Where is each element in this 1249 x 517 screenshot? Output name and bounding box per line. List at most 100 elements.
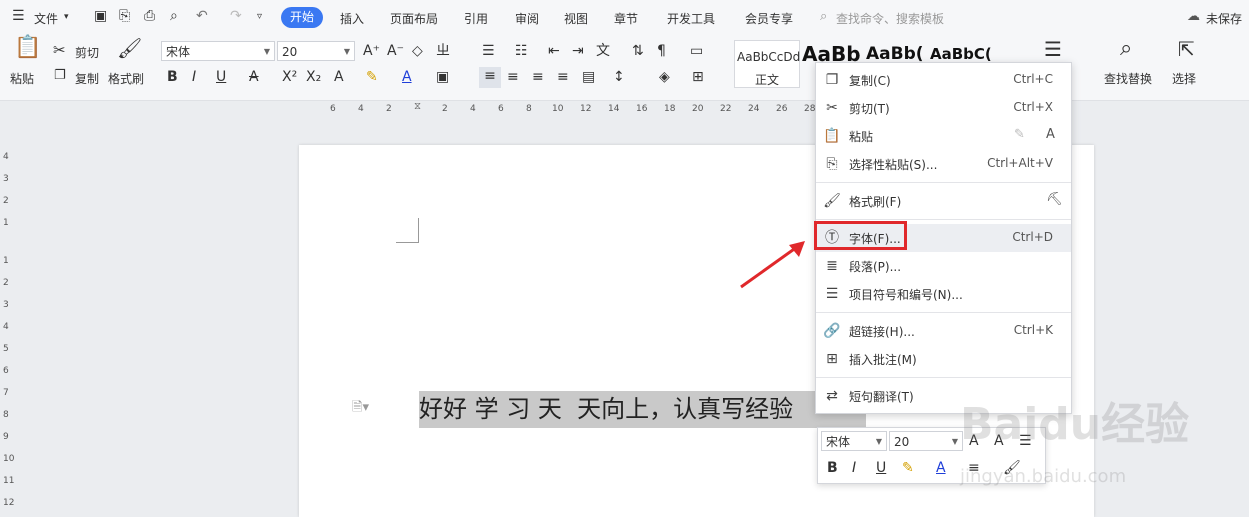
- subscript-icon[interactable]: X₂: [306, 68, 321, 86]
- chevron-down-icon[interactable]: ▾: [64, 12, 69, 22]
- paste-keep-format-icon[interactable]: ✎: [1014, 127, 1025, 142]
- align-right-icon[interactable]: ≡: [532, 68, 544, 86]
- tab-member[interactable]: 会员专享: [745, 10, 793, 27]
- tab-page-layout[interactable]: 页面布局: [390, 10, 438, 27]
- chevron-down-icon: ▼: [263, 47, 270, 56]
- format-painter-button[interactable]: 格式刷: [108, 70, 144, 87]
- select-button[interactable]: 选择: [1172, 70, 1196, 87]
- paste-text-only-icon[interactable]: A: [1046, 127, 1055, 142]
- lock-painter-icon[interactable]: ⛏: [1046, 192, 1063, 207]
- decrease-indent-icon[interactable]: ⇤: [548, 42, 560, 60]
- bold-icon[interactable]: B: [167, 68, 178, 86]
- menu-item-copy[interactable]: ❐ 复制(C) Ctrl+C: [816, 66, 1071, 94]
- underline-icon[interactable]: U: [216, 68, 226, 86]
- document-icon[interactable]: 🗎▾: [352, 398, 369, 420]
- line-spacing-icon[interactable]: ↕: [613, 68, 625, 86]
- text-tools-icon[interactable]: ☰: [1044, 39, 1062, 59]
- justify-icon[interactable]: ≡: [557, 68, 569, 86]
- increase-indent-icon[interactable]: ⇥: [572, 42, 584, 60]
- font-color-icon[interactable]: A: [402, 68, 412, 86]
- highlight-icon[interactable]: ✎: [366, 68, 378, 86]
- style-preview: AaBbCcDd: [737, 50, 801, 64]
- cut-button[interactable]: 剪切: [75, 44, 99, 61]
- style-heading2[interactable]: AaBb(: [866, 44, 924, 64]
- align-left-icon[interactable]: ≡: [479, 67, 501, 88]
- align-center-icon[interactable]: ≡: [507, 68, 519, 86]
- italic-icon[interactable]: I: [852, 459, 856, 477]
- save-icon[interactable]: ▣: [94, 8, 107, 24]
- phonetic-icon[interactable]: ㄓ: [436, 42, 450, 60]
- underline-icon[interactable]: U: [876, 459, 886, 477]
- menu-item-paste-special[interactable]: ⎘ 选择性粘贴(S)... Ctrl+Alt+V: [816, 150, 1071, 178]
- copy-button[interactable]: 复制: [75, 70, 99, 87]
- tab-chapter[interactable]: 章节: [614, 10, 638, 27]
- undo-icon[interactable]: ↶: [196, 8, 208, 24]
- indent-marker-icon[interactable]: ⧖: [414, 101, 421, 112]
- search-icon[interactable]: ⌕: [820, 9, 827, 24]
- ruler-number: 2: [386, 104, 392, 114]
- chinese-layout-icon[interactable]: 文: [596, 42, 610, 60]
- mini-font-size-select[interactable]: 20 ▼: [889, 431, 963, 451]
- more-icon[interactable]: ▿: [257, 11, 262, 22]
- borders-icon[interactable]: ⊞: [692, 68, 704, 86]
- selected-text[interactable]: 好好 学 习 天 天向上，认真写经验: [419, 391, 866, 428]
- distribute-icon[interactable]: ▤: [582, 68, 595, 86]
- numbering-icon[interactable]: ☷: [515, 42, 528, 60]
- style-heading3[interactable]: AaBbC(: [930, 45, 992, 63]
- brush-icon[interactable]: 🖌: [117, 38, 142, 58]
- print-icon[interactable]: ⎙: [144, 8, 155, 24]
- tab-references[interactable]: 引用: [464, 10, 488, 27]
- style-label: 正文: [755, 73, 780, 87]
- hamburger-icon[interactable]: ☰: [12, 8, 25, 24]
- command-search-input[interactable]: 查找命令、搜索模板: [836, 10, 944, 27]
- shading-icon[interactable]: ◈: [659, 68, 670, 86]
- menu-separator: [816, 182, 1071, 183]
- superscript-icon[interactable]: X²: [282, 68, 297, 86]
- char-border-icon[interactable]: ▣: [436, 68, 449, 86]
- font-name-select[interactable]: 宋体 ▼: [161, 41, 275, 61]
- copy-icon[interactable]: ❐: [54, 67, 66, 85]
- scissors-icon[interactable]: ✂: [53, 41, 66, 59]
- menu-item-format-painter[interactable]: 🖌 格式刷(F) ⛏: [816, 187, 1071, 215]
- menu-item-cut[interactable]: ✂ 剪切(T) Ctrl+X: [816, 94, 1071, 122]
- redo-icon[interactable]: ↷: [230, 8, 242, 24]
- font-size-select[interactable]: 20 ▼: [277, 41, 355, 61]
- menu-item-paragraph[interactable]: ≣ 段落(P)...: [816, 252, 1071, 280]
- cursor-icon[interactable]: ⇱: [1178, 39, 1195, 59]
- text-effect-icon[interactable]: A: [334, 68, 344, 86]
- font-color-icon[interactable]: A: [936, 459, 946, 477]
- tab-home[interactable]: 开始: [281, 7, 323, 28]
- save-status[interactable]: 未保存: [1206, 10, 1242, 27]
- tab-review[interactable]: 审阅: [515, 10, 539, 27]
- menu-item-hyperlink[interactable]: 🔗 超链接(H)... Ctrl+K: [816, 317, 1071, 345]
- style-normal[interactable]: AaBbCcDd 正文: [734, 40, 800, 88]
- clear-format-icon[interactable]: ◇: [412, 42, 423, 60]
- clipboard-icon[interactable]: 📋: [14, 37, 41, 59]
- bold-icon[interactable]: B: [827, 459, 838, 477]
- ruler-number: 4: [358, 104, 364, 114]
- mini-font-name-select[interactable]: 宋体 ▼: [821, 431, 887, 451]
- tab-insert[interactable]: 插入: [340, 10, 364, 27]
- sort-icon[interactable]: ⇅: [632, 42, 644, 60]
- italic-icon[interactable]: I: [192, 68, 196, 86]
- menu-item-comment[interactable]: ⊞ 插入批注(M): [816, 345, 1071, 373]
- menu-label: 超链接(H)...: [849, 325, 915, 339]
- print-preview-icon[interactable]: ⌕: [170, 8, 178, 24]
- find-icon[interactable]: ⌕: [1120, 38, 1132, 60]
- bullets-icon[interactable]: ☰: [482, 42, 495, 60]
- tab-view[interactable]: 视图: [564, 10, 588, 27]
- tab-ruler-icon[interactable]: ▭: [690, 42, 703, 60]
- chevron-down-icon: ▼: [343, 47, 350, 56]
- strikethrough-icon[interactable]: A: [249, 68, 259, 86]
- find-replace-button[interactable]: 查找替换: [1104, 70, 1152, 87]
- menu-item-paste[interactable]: 📋 粘贴 ✎ A: [816, 122, 1071, 150]
- show-marks-icon[interactable]: ¶: [657, 42, 666, 60]
- highlight-icon[interactable]: ✎: [902, 459, 914, 477]
- paste-button[interactable]: 粘贴: [10, 70, 34, 87]
- file-menu[interactable]: 文件: [34, 10, 58, 27]
- menu-item-bullets[interactable]: ☰ 项目符号和编号(N)...: [816, 280, 1071, 308]
- shrink-font-icon[interactable]: A⁻: [387, 42, 404, 60]
- tab-developer[interactable]: 开发工具: [667, 10, 715, 27]
- grow-font-icon[interactable]: A⁺: [363, 42, 380, 60]
- export-icon[interactable]: ⎘: [119, 8, 130, 24]
